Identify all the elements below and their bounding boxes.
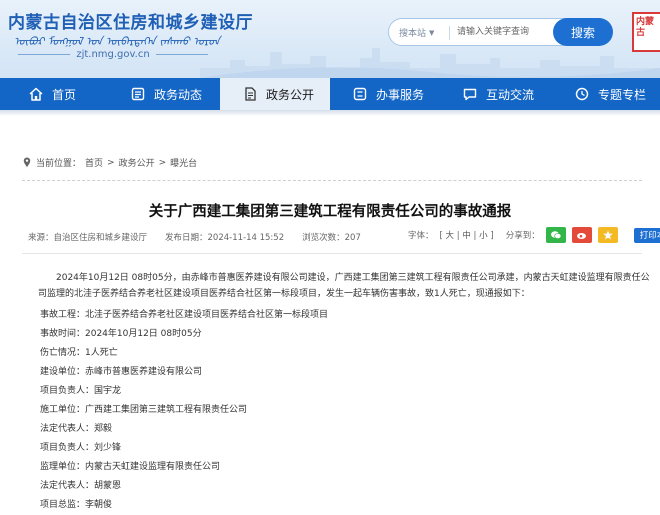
nav-item-home[interactable]: 首页 xyxy=(28,78,76,110)
font-size-small[interactable]: 小 xyxy=(479,231,488,241)
article-title: 关于广西建工集团第三建筑工程有限责任公司的事故通报 xyxy=(148,204,512,220)
site-title-mongolian: ᠥᠪᠦᠷ ᠮᠣᠩᠭᠣᠯ ᠤᠨ ᠥᠪᠡᠷᠲᠡᠭᠡᠨ ᠵᠠᠰᠠᠬᠤ ᠣᠷᠣᠨ xyxy=(14,35,220,48)
news-icon xyxy=(131,87,145,101)
article-meta: 来源：自治区住房和城乡建设厅 发布日期：2024-11-14 15:52 浏览次… xyxy=(28,231,361,243)
share-label: 分享到： xyxy=(505,231,540,241)
domain-rule-left xyxy=(18,54,71,55)
font-size-switch: [ 大 | 中 | 小 ] xyxy=(439,231,494,241)
field-builder-manager: 项目负责人：国宇龙 xyxy=(40,386,122,396)
font-size-label: 字体： xyxy=(408,231,434,241)
search-button[interactable]: 搜索 xyxy=(553,18,613,46)
main-nav: 首页 政务动态 政务公开 办事服务 互动交流 专题专栏 xyxy=(0,78,660,110)
article-lead: 2024年10月12日 08时05分，由赤峰市普惠医养建设有限公司建设，广西建工… xyxy=(38,273,650,299)
site-header: 内蒙古自治区住房和城乡建设厅 ᠥᠪᠦᠷ ᠮᠣᠩᠭᠣᠯ ᠤᠨ ᠥᠪᠡᠷᠲᠡᠭᠡᠨ … xyxy=(0,0,660,78)
font-size-large[interactable]: 大 xyxy=(446,231,455,241)
field-project: 事故工程：北洼子医养结合养老社区建设项目医养结合社区第一标段项目 xyxy=(40,310,329,320)
chevron-down-icon: ▼ xyxy=(429,28,435,37)
domain-rule-right xyxy=(155,54,209,55)
article-date: 发布日期：2024-11-14 15:52 xyxy=(165,233,285,243)
search-scope-label: 搜本站 xyxy=(399,29,427,39)
nav-item-topics[interactable]: 专题专栏 xyxy=(574,78,646,110)
print-button[interactable]: 打印本页 xyxy=(633,227,660,243)
article-body: 2024年10月12日 08时05分，由赤峰市普惠医养建设有限公司建设，广西建工… xyxy=(38,270,656,515)
service-icon xyxy=(353,87,367,101)
field-contractor-manager: 项目负责人：刘少锋 xyxy=(40,443,122,453)
chat-icon xyxy=(463,88,477,101)
field-chief-supervisor: 项目总监：李朝俊 xyxy=(40,500,113,510)
share-wechat-button[interactable] xyxy=(545,227,566,243)
topic-icon xyxy=(575,87,589,101)
search-scope-select[interactable]: 搜本站 ▼ xyxy=(399,26,435,40)
field-supervisor-legal-rep: 法定代表人：胡蒙恩 xyxy=(40,481,122,491)
site-domain: zjt.nmg.gov.cn xyxy=(18,49,209,60)
nav-label-news: 政务动态 xyxy=(154,87,203,102)
seal-logo: 内蒙古 xyxy=(632,12,660,52)
article-source: 来源：自治区住房和城乡建设厅 xyxy=(28,233,148,243)
nav-item-interaction[interactable]: 互动交流 xyxy=(462,78,534,110)
meta-divider xyxy=(22,253,642,254)
article-views: 浏览次数：207 xyxy=(302,233,361,243)
nav-label-open-affairs: 政务公开 xyxy=(266,87,315,102)
font-size-medium[interactable]: 中 xyxy=(462,231,471,241)
document-icon xyxy=(245,87,256,101)
location-pin-icon xyxy=(23,157,31,168)
field-supervisor: 监理单位：内蒙古天虹建设监理有限责任公司 xyxy=(40,462,221,472)
nav-item-news[interactable]: 政务动态 xyxy=(130,78,202,110)
share-qzone-button[interactable] xyxy=(597,227,618,243)
share-weibo-button[interactable] xyxy=(571,227,592,243)
wechat-icon xyxy=(550,231,562,239)
search-input[interactable] xyxy=(457,22,567,42)
field-contractor-legal-rep: 法定代表人：郑毅 xyxy=(40,424,113,434)
field-contractor: 施工单位：广西建工集团第三建筑工程有限责任公司 xyxy=(40,405,248,415)
nav-label-home: 首页 xyxy=(52,87,77,102)
article-tools: 字体： [ 大 | 中 | 小 ] 分享到： 打印本页 xyxy=(408,227,660,243)
article-fields: 事故工程：北洼子医养结合养老社区建设项目医养结合社区第一标段项目 事故时间：20… xyxy=(40,306,656,515)
star-icon xyxy=(602,230,613,240)
breadcrumb-separator: > xyxy=(107,157,115,168)
nav-item-open-affairs[interactable]: 政务公开 xyxy=(220,78,330,110)
breadcrumb-exposure[interactable]: 曝光台 xyxy=(170,156,197,169)
nav-shadow xyxy=(0,110,660,116)
field-time: 事故时间：2024年10月12日 08时05分 xyxy=(40,329,202,339)
nav-label-services: 办事服务 xyxy=(376,87,425,102)
weibo-icon xyxy=(576,233,586,239)
breadcrumb-home[interactable]: 首页 xyxy=(85,156,103,169)
breadcrumb-open-affairs[interactable]: 政务公开 xyxy=(119,156,155,169)
nav-label-interaction: 互动交流 xyxy=(486,87,535,102)
breadcrumb-separator: > xyxy=(158,157,167,168)
search-divider xyxy=(449,26,450,40)
nav-item-services[interactable]: 办事服务 xyxy=(352,78,424,110)
nav-label-topics: 专题专栏 xyxy=(598,87,647,102)
breadcrumb: 当前位置： 首页 > 政务公开 > 曝光台 xyxy=(22,156,197,169)
breadcrumb-prefix: 当前位置： xyxy=(36,159,82,169)
field-casualties: 伤亡情况：1人死亡 xyxy=(40,348,118,358)
breadcrumb-divider xyxy=(22,180,642,181)
home-icon xyxy=(29,87,43,101)
field-builder: 建设单位：赤峰市普惠医养建设有限公司 xyxy=(40,367,203,377)
domain-text: zjt.nmg.gov.cn xyxy=(76,49,150,60)
